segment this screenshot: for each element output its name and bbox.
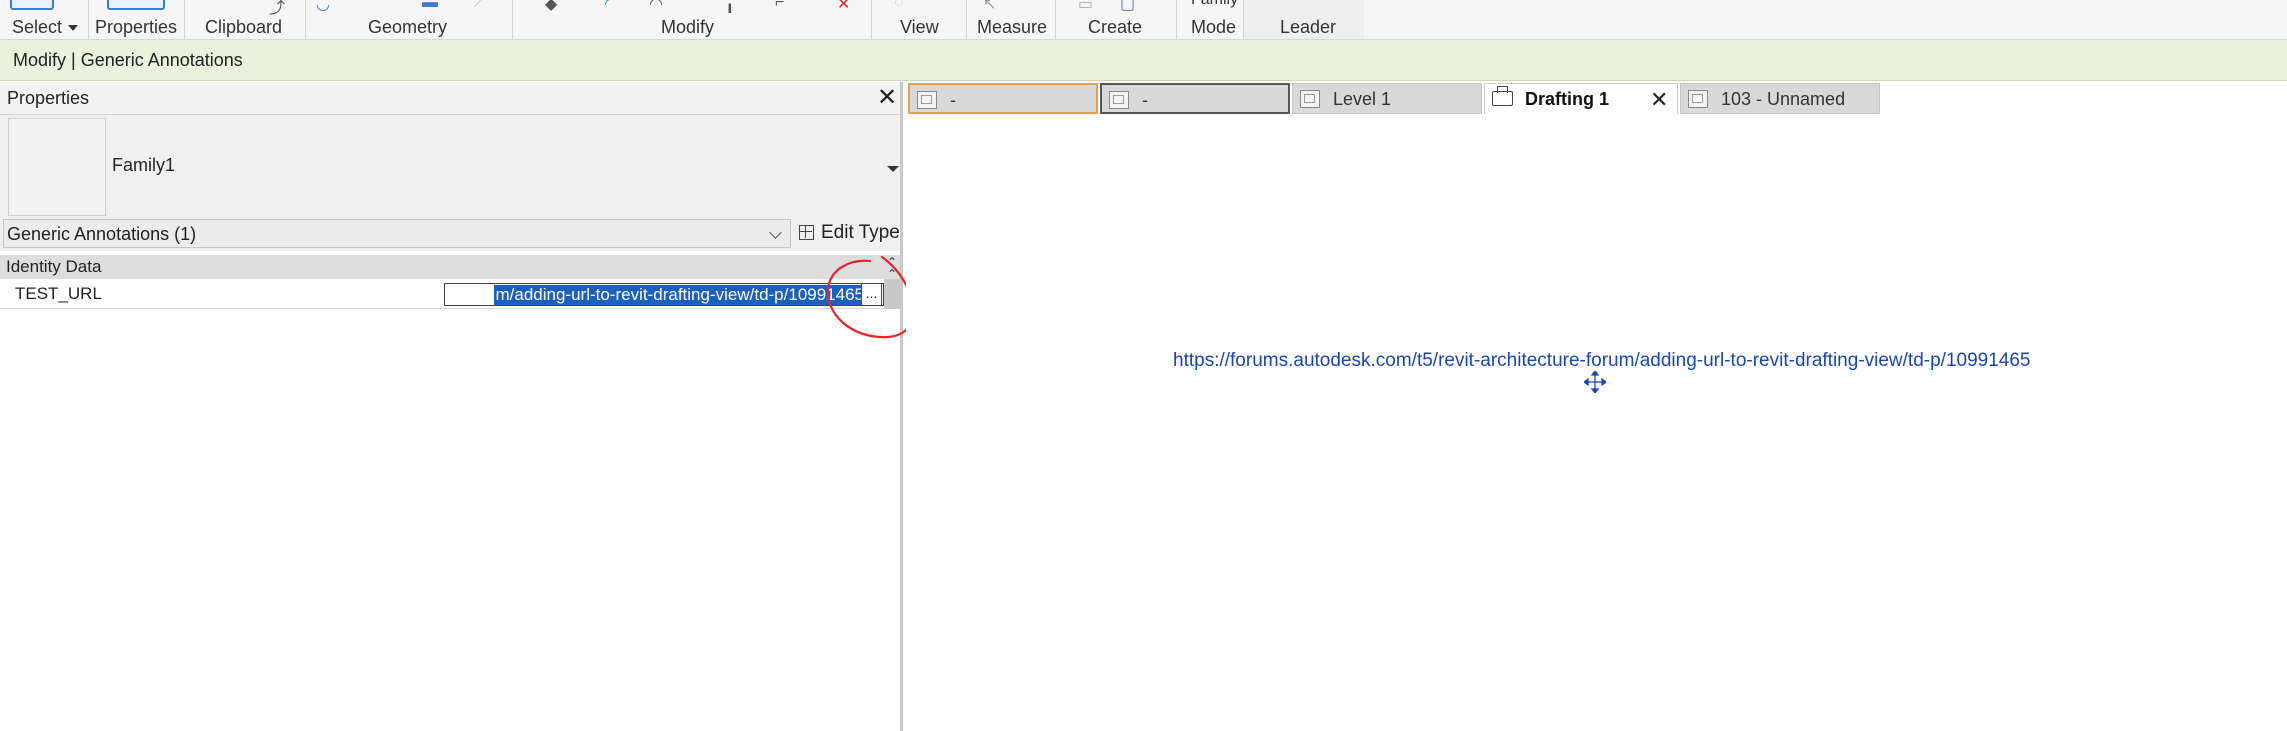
properties-header: Properties ✕ [0,82,900,115]
tab-view-1[interactable]: - [908,83,1098,114]
identity-data-group[interactable]: Identity Data [0,255,900,279]
chevron-down-icon [769,226,782,239]
pin-icon: ⌐ [775,0,785,11]
properties-group[interactable]: Properties [89,0,183,39]
context-title: Modify | Generic Annotations [13,50,243,70]
tab-level-1[interactable]: Level 1 [1292,83,1482,114]
geometry-label: Geometry [368,17,448,37]
edit-type-button[interactable]: Edit Type [797,220,900,248]
tab-label: Level 1 [1333,89,1392,109]
properties-ribbon-label: Properties [95,17,178,37]
drafting-view-icon [1492,86,1513,106]
create-group[interactable]: ▭ ▢ Create [1056,0,1176,39]
group-icon: ▢ [1120,0,1136,13]
close-icon[interactable]: ✕ [877,86,897,110]
create-icon: ▭ [1078,0,1094,13]
tab-label: 103 - Unnamed [1721,89,1846,109]
context-bar: Modify | Generic Annotations [0,40,2287,81]
view-icon: ◌ [894,0,904,11]
measure-icon: ↖ [983,0,997,13]
create-label: Create [1088,17,1143,37]
rotate-icon: ◠ [649,0,663,13]
url-annotation-text[interactable]: https://forums.autodesk.com/t5/revit-arc… [1173,350,2031,372]
leader-label: Leader [1280,17,1337,37]
paint-icon: ⟋ [474,0,486,11]
edit-type-icon [799,225,814,240]
select-label: Select [12,17,63,37]
instance-selector[interactable]: Generic Annotations (1) [3,219,791,248]
view-icon [1109,91,1129,109]
tab-label: - [1142,90,1148,110]
mode-label: Mode [1191,17,1237,37]
close-icon[interactable]: ✕ [1650,89,1668,111]
edit-type-label: Edit Type [821,222,900,243]
annotation-circle [826,255,916,339]
select-dropdown[interactable]: Select [12,17,79,38]
family-thumbnail [8,118,106,216]
measure-label: Measure [977,17,1048,37]
family-name: Family1 [112,155,176,175]
family-label: Family [1191,0,1238,9]
chevron-down-icon[interactable] [887,166,899,172]
floor-plan-icon [1300,90,1320,108]
view-label: View [900,17,939,37]
properties-title: Properties [7,88,90,108]
param-value-text: m/adding-url-to-revit-drafting-view/td-p… [494,285,865,305]
tab-label: Drafting 1 [1525,89,1610,109]
chevron-down-icon [68,25,79,32]
measure-group[interactable]: ↖ Measure [967,0,1055,39]
clipboard-label: Clipboard [205,17,283,37]
cope-icon: ◡ [316,0,330,13]
cut-icon: ⤴ [269,0,286,17]
tab-label: - [950,90,956,110]
modify-label: Modify [661,17,715,37]
select-icon [10,0,54,10]
leader-group[interactable]: Leader [1244,0,1364,39]
split-icon: ╻ [725,0,735,13]
param-value-input[interactable]: m/adding-url-to-revit-drafting-view/td-p… [444,283,884,306]
view-group[interactable]: ◌ View [872,0,966,39]
param-name: TEST_URL [15,284,102,303]
view-icon [1688,90,1708,108]
delete-icon: ✕ [837,0,851,13]
select-group[interactable]: Select [0,0,88,39]
identity-data-label: Identity Data [6,257,102,276]
ribbon: Select Properties ⤴ Clipboard ◡ ▬ ⟋ Geom… [0,0,2287,40]
tab-103-unnamed[interactable]: 103 - Unnamed [1680,83,1880,114]
properties-icon [107,0,165,10]
modify-group[interactable]: ◆ ◜ ◠ ╻ ⌐ ✕ Modify [513,0,871,39]
view-tab-bar: - - Level 1 Drafting 1 103 - Unnamed [906,82,2287,115]
tab-view-2[interactable]: - [1100,83,1290,114]
view-icon [917,91,937,109]
geometry-group[interactable]: ◡ ▬ ⟋ Geometry [306,0,512,39]
properties-panel: Properties ✕ Family1 Generic Annotations… [0,82,903,731]
align-icon: ◆ [545,0,558,13]
clipboard-group[interactable]: ⤴ Clipboard [185,0,305,39]
move-icon[interactable] [1584,371,1606,393]
mode-group[interactable]: Family Mode [1177,0,1243,39]
tab-drafting-1[interactable]: Drafting 1 [1484,83,1678,114]
offset-icon: ◜ [605,0,612,13]
drawing-canvas[interactable] [906,115,2287,731]
instance-selector-value: Generic Annotations (1) [7,224,197,244]
join-icon: ▬ [422,0,438,11]
